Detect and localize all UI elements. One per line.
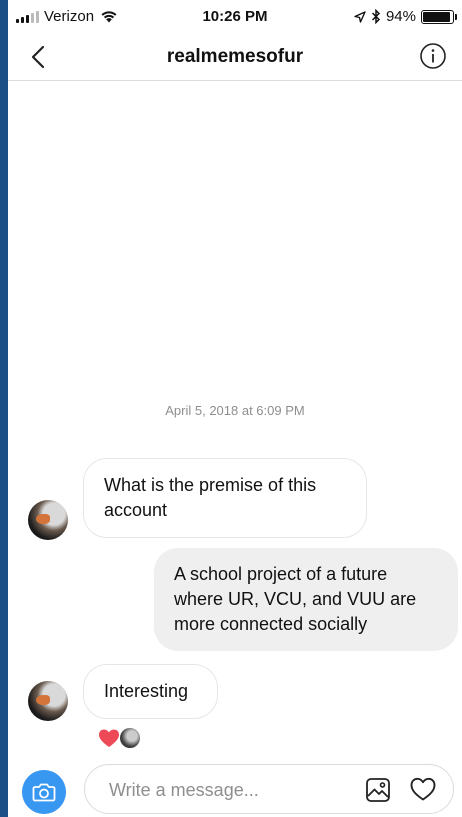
battery-percent: 94% xyxy=(385,8,416,25)
location-icon xyxy=(354,10,366,23)
conversation-header: realmemesofur xyxy=(8,34,462,81)
message-input[interactable] xyxy=(107,777,341,803)
incoming-message-bubble[interactable]: Interesting xyxy=(83,664,218,719)
gallery-image-icon[interactable] xyxy=(365,777,391,803)
sender-avatar[interactable] xyxy=(28,500,68,540)
dm-screen: Verizon 10:26 PM 94% realmemesofur April… xyxy=(8,0,462,817)
heart-reaction-icon xyxy=(99,729,119,747)
status-bar: Verizon 10:26 PM 94% xyxy=(8,0,462,34)
outgoing-message-bubble[interactable]: A school project of a future where UR, V… xyxy=(154,548,458,651)
battery-fill xyxy=(423,11,451,22)
bluetooth-icon xyxy=(371,9,381,24)
incoming-message-bubble[interactable]: What is the premise of this account xyxy=(83,458,367,538)
message-text: A school project of a future where UR, V… xyxy=(174,564,417,634)
message-timestamp: April 5, 2018 at 6:09 PM xyxy=(165,403,305,418)
conversation-title[interactable]: realmemesofur xyxy=(8,46,462,68)
info-icon[interactable] xyxy=(418,41,448,71)
like-heart-icon[interactable] xyxy=(409,776,437,802)
message-reactions[interactable] xyxy=(97,727,141,749)
camera-button[interactable] xyxy=(22,770,66,814)
reactor-avatar xyxy=(119,727,141,749)
message-text: Interesting xyxy=(104,681,189,701)
camera-icon xyxy=(32,783,56,802)
message-input-container[interactable] xyxy=(84,764,454,814)
message-text: What is the premise of this account xyxy=(104,475,317,520)
status-right: 94% xyxy=(354,8,457,25)
battery-icon xyxy=(421,9,457,24)
sender-avatar[interactable] xyxy=(28,681,68,721)
message-composer xyxy=(8,760,462,817)
